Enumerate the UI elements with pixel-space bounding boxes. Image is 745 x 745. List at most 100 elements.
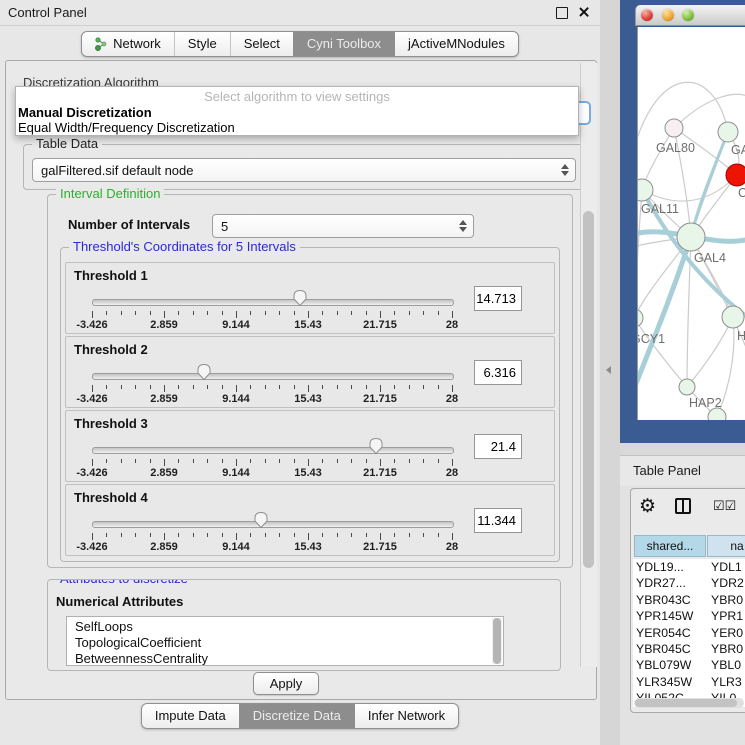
network-node-c[interactable]	[726, 164, 745, 186]
network-node-gal4[interactable]	[677, 223, 705, 251]
tab-discretize-data[interactable]: Discretize Data	[239, 704, 354, 728]
number-of-intervals-value: 5	[221, 219, 228, 234]
popup-option-equal-width-frequency[interactable]: Equal Width/Frequency Discretization	[16, 120, 578, 135]
network-node-gal11[interactable]	[638, 179, 653, 201]
attribute-item[interactable]: BetweennessCentrality	[75, 651, 503, 666]
threshold-label: Threshold 3	[74, 416, 148, 431]
threshold-slider-track[interactable]	[92, 521, 454, 528]
table-row[interactable]: YPR145WYPR1	[633, 608, 745, 624]
slider-tick-labels: -3.4262.8599.14415.4321.71528	[92, 393, 452, 405]
threshold-label: Threshold 4	[74, 490, 148, 505]
tab-style[interactable]: Style	[174, 32, 230, 56]
combo-spinner-icon	[561, 164, 569, 176]
node-label-hap2: HAP2	[689, 396, 722, 410]
threshold-value-field[interactable]: 14.713	[474, 286, 522, 311]
network-node-gal80[interactable]	[665, 119, 683, 137]
top-tab-row: NetworkStyleSelectCyni ToolboxjActiveMNo…	[0, 31, 600, 57]
apply-button[interactable]: Apply	[253, 672, 319, 695]
slider-tick-labels: -3.4262.8599.14415.4321.71528	[92, 541, 452, 553]
threshold-label: Threshold 2	[74, 342, 148, 357]
combo-spinner-icon	[459, 220, 467, 232]
table-panel-title: Table Panel	[633, 456, 701, 486]
panel-scrollbar[interactable]	[580, 63, 597, 667]
threshold-slider-track[interactable]	[92, 373, 454, 380]
table-data-group: Table Data galFiltered.sif default node	[23, 144, 585, 190]
cyni-toolbox-panel: Discretization Algorithm Select algorith…	[5, 60, 597, 700]
close-icon[interactable]	[578, 6, 590, 18]
threshold-slider-thumb[interactable]	[368, 437, 384, 455]
network-node-hap2[interactable]	[679, 379, 695, 395]
attribute-item[interactable]: SelfLoops	[75, 619, 503, 635]
threshold-label: Threshold 1	[74, 268, 148, 283]
table-data-combobox[interactable]: galFiltered.sif default node	[32, 158, 576, 182]
number-of-intervals-combobox[interactable]: 5	[212, 214, 474, 238]
bottom-tab-row: Impute DataDiscretize DataInfer Network	[0, 703, 600, 729]
threshold-value-field[interactable]: 11.344	[474, 508, 522, 533]
table-hscrollbar[interactable]	[634, 698, 744, 708]
column-header-name[interactable]: na	[707, 535, 745, 557]
panel-title: Control Panel	[8, 0, 87, 25]
attribute-item[interactable]: TopologicalCoefficient	[75, 635, 503, 651]
network-window: GAL80GACGAL11GAL4GCY1HHAP2	[635, 5, 745, 420]
node-label-h: H	[737, 329, 745, 343]
split-table-icon[interactable]	[675, 498, 691, 514]
interval-definition-title: Interval Definition	[56, 186, 164, 202]
tab-network[interactable]: Network	[82, 32, 174, 56]
network-window-titlebar[interactable]	[635, 5, 745, 26]
threshold-slider-thumb[interactable]	[292, 289, 308, 307]
tab-impute-data[interactable]: Impute Data	[142, 704, 239, 728]
threshold-slider-track[interactable]	[92, 447, 454, 454]
slider-ticks	[92, 533, 452, 541]
divider-collapse-icon[interactable]	[606, 366, 611, 374]
network-node-h[interactable]	[722, 306, 744, 328]
node-label-c: C	[738, 186, 745, 200]
threshold-slider-thumb[interactable]	[253, 511, 269, 529]
zoom-traffic-light[interactable]	[682, 9, 694, 21]
numerical-attributes-list[interactable]: SelfLoopsTopologicalCoefficientBetweenne…	[66, 616, 504, 666]
threshold-value-field[interactable]: 6.316	[474, 360, 522, 385]
table-row[interactable]: YDL19...YDL1	[633, 559, 745, 575]
right-region: GAL80GACGAL11GAL4GCY1HHAP2 Table Panel ⚙…	[620, 0, 745, 745]
network-node-gcy1[interactable]	[638, 309, 643, 327]
column-header-shared-name[interactable]: shared...	[634, 535, 706, 557]
panel-divider[interactable]	[600, 0, 620, 745]
threshold-slider-track[interactable]	[92, 299, 454, 306]
attributes-scrollbar[interactable]	[492, 618, 502, 664]
table-row[interactable]: YBR043CYBR0	[633, 592, 745, 608]
thresholds-group-title: Threshold's Coordinates for 5 Intervals	[69, 239, 300, 255]
slider-ticks	[92, 311, 452, 319]
table-row[interactable]: YDR27...YDR2	[633, 575, 745, 591]
network-window-frame: GAL80GACGAL11GAL4GCY1HHAP2	[620, 0, 745, 443]
float-icon[interactable]	[556, 7, 568, 19]
minimize-traffic-light[interactable]	[662, 9, 674, 21]
network-canvas[interactable]: GAL80GACGAL11GAL4GCY1HHAP2	[637, 27, 745, 420]
network-nodes[interactable]	[638, 119, 745, 420]
table-row[interactable]: YBL079WYBL0	[633, 657, 745, 673]
slider-tick-labels: -3.4262.8599.14415.4321.71528	[92, 319, 452, 331]
node-label-gcy1: GCY1	[638, 332, 665, 346]
interval-definition-group: Interval Definition Number of Intervals …	[47, 194, 573, 568]
threshold-panel: Threshold 2 -3.4262.8599.14415.4321.7152…	[65, 336, 555, 408]
tab-infer-network[interactable]: Infer Network	[354, 704, 458, 728]
table-header-row: shared... na	[633, 535, 745, 557]
number-of-intervals-label: Number of Intervals	[68, 217, 190, 232]
popup-option-manual-discretization[interactable]: Manual Discretization	[16, 105, 578, 120]
threshold-slider-thumb[interactable]	[196, 363, 212, 381]
gear-icon[interactable]: ⚙	[639, 495, 656, 518]
tab-select[interactable]: Select	[230, 32, 293, 56]
tab-cyni-toolbox[interactable]: Cyni Toolbox	[293, 32, 394, 56]
table-row[interactable]: YER054CYER0	[633, 625, 745, 641]
thresholds-group: Threshold's Coordinates for 5 Intervals …	[60, 247, 560, 562]
slider-tick-labels: -3.4262.8599.14415.4321.71528	[92, 467, 452, 479]
network-node-ga[interactable]	[718, 122, 738, 142]
threshold-panel: Threshold 4 -3.4262.8599.14415.4321.7152…	[65, 484, 555, 556]
table-row[interactable]: YLR345WYLR3	[633, 674, 745, 690]
threshold-value-field[interactable]: 21.4	[474, 434, 522, 459]
select-columns-icon[interactable]: ☑☑	[713, 498, 736, 514]
node-label-gal11: GAL11	[641, 202, 679, 216]
close-traffic-light[interactable]	[641, 9, 653, 21]
table-row[interactable]: YBR045CYBR0	[633, 641, 745, 657]
table-panel-header: Table Panel	[620, 455, 745, 486]
top-tabs: NetworkStyleSelectCyni ToolboxjActiveMNo…	[81, 31, 519, 57]
tab-jactivemnodules[interactable]: jActiveMNodules	[394, 32, 518, 56]
